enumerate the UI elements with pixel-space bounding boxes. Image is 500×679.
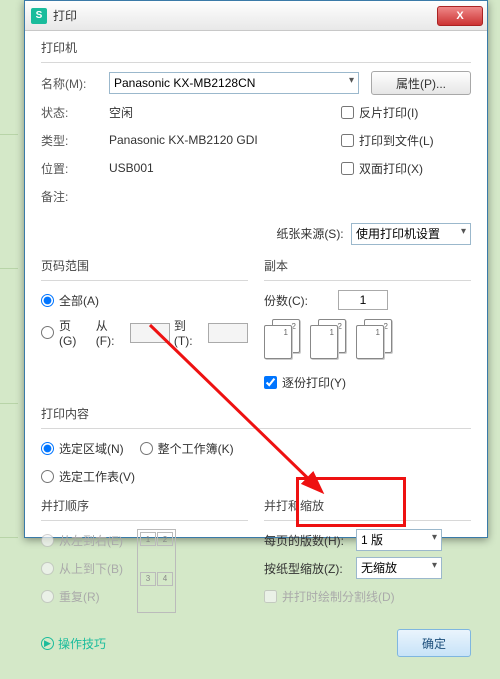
copies-count-label: 份数(C):	[264, 292, 308, 309]
app-icon: S	[31, 8, 47, 24]
collate-preview: 21 21 21	[264, 319, 471, 363]
page-range-section: 页码范围 全部(A) 页(G) 从(F): 到(T):	[41, 257, 248, 399]
copies-count-input[interactable]	[338, 290, 388, 310]
type-value: Panasonic KX-MB2120 GDI	[109, 133, 258, 147]
where-label: 位置:	[41, 160, 109, 177]
content-selection-label: 选定区域(N)	[59, 440, 124, 457]
collate-label: 逐份打印(Y)	[282, 374, 346, 391]
zoom-select[interactable]: 无缩放	[356, 557, 442, 579]
scaling-heading: 并打和缩放	[264, 497, 471, 514]
printer-name-select[interactable]: Panasonic KX-MB2128CN	[109, 72, 359, 94]
borders-checkbox	[264, 590, 277, 603]
per-page-select[interactable]: 1 版	[356, 529, 442, 551]
range-all-radio[interactable]	[41, 294, 54, 307]
to-input[interactable]	[208, 323, 248, 343]
duplex-checkbox[interactable]	[341, 162, 354, 175]
printer-heading: 打印机	[41, 39, 471, 56]
status-label: 状态:	[41, 104, 109, 121]
duplex-label: 双面打印(X)	[359, 160, 423, 177]
name-label: 名称(M):	[41, 75, 109, 92]
order-tb-radio	[41, 562, 54, 575]
comment-label: 备注:	[41, 188, 109, 205]
order-lr-radio	[41, 534, 54, 547]
order-heading: 并打顺序	[41, 497, 248, 514]
order-lr-label: 从左到右(E)	[59, 532, 123, 549]
print-order-section: 并打顺序 从左到右(E) 从上到下(B) 重复(R) 1234	[41, 497, 248, 613]
print-dialog: S 打印 X 打印机 名称(M): Panasonic KX-MB2128CN …	[24, 0, 488, 538]
where-value: USB001	[109, 161, 154, 175]
from-label: 从(F):	[96, 317, 126, 348]
scaling-section: 并打和缩放 每页的版数(H): 1 版 按纸型缩放(Z): 无缩放 并打时绘制分…	[264, 497, 471, 613]
close-button[interactable]: X	[437, 6, 483, 26]
borders-label: 并打时绘制分割线(D)	[282, 588, 395, 605]
status-value: 空闲	[109, 104, 133, 121]
print-content-section: 打印内容 选定区域(N) 整个工作簿(K) 选定工作表(V)	[41, 405, 471, 487]
type-label: 类型:	[41, 132, 109, 149]
order-repeat-radio	[41, 590, 54, 603]
window-title: 打印	[53, 7, 77, 24]
copies-section: 副本 份数(C): 21 21 21 逐份打印(Y)	[264, 257, 471, 399]
content-selection-radio[interactable]	[41, 442, 54, 455]
print-content-heading: 打印内容	[41, 405, 471, 422]
zoom-label: 按纸型缩放(Z):	[264, 560, 356, 577]
play-icon: ▶	[41, 637, 54, 650]
page-range-heading: 页码范围	[41, 257, 248, 274]
paper-source-select[interactable]: 使用打印机设置	[351, 223, 471, 245]
content-workbook-radio[interactable]	[140, 442, 153, 455]
order-repeat-label: 重复(R)	[59, 588, 100, 605]
tips-link[interactable]: ▶ 操作技巧	[41, 635, 106, 652]
reverse-print-checkbox[interactable]	[341, 106, 354, 119]
range-all-label: 全部(A)	[59, 292, 99, 309]
properties-button[interactable]: 属性(P)...	[371, 71, 471, 95]
reverse-print-label: 反片打印(I)	[359, 104, 418, 121]
paper-source-label: 纸张来源(S):	[276, 227, 343, 241]
range-pages-radio[interactable]	[41, 326, 54, 339]
content-sheet-label: 选定工作表(V)	[59, 468, 135, 485]
per-page-label: 每页的版数(H):	[264, 532, 356, 549]
print-to-file-label: 打印到文件(L)	[359, 132, 434, 149]
copies-heading: 副本	[264, 257, 471, 274]
tips-label: 操作技巧	[58, 635, 106, 652]
content-sheet-radio[interactable]	[41, 470, 54, 483]
from-input[interactable]	[130, 323, 170, 343]
print-to-file-checkbox[interactable]	[341, 134, 354, 147]
range-pages-label: 页(G)	[59, 317, 88, 348]
content-workbook-label: 整个工作簿(K)	[158, 440, 234, 457]
printer-section: 打印机 名称(M): Panasonic KX-MB2128CN 属性(P)..…	[41, 39, 471, 213]
ok-button[interactable]: 确定	[397, 629, 471, 657]
order-tb-label: 从上到下(B)	[59, 560, 123, 577]
order-preview-icon: 1234	[137, 529, 176, 613]
titlebar[interactable]: S 打印 X	[25, 1, 487, 31]
to-label: 到(T):	[174, 317, 204, 348]
collate-checkbox[interactable]	[264, 376, 277, 389]
